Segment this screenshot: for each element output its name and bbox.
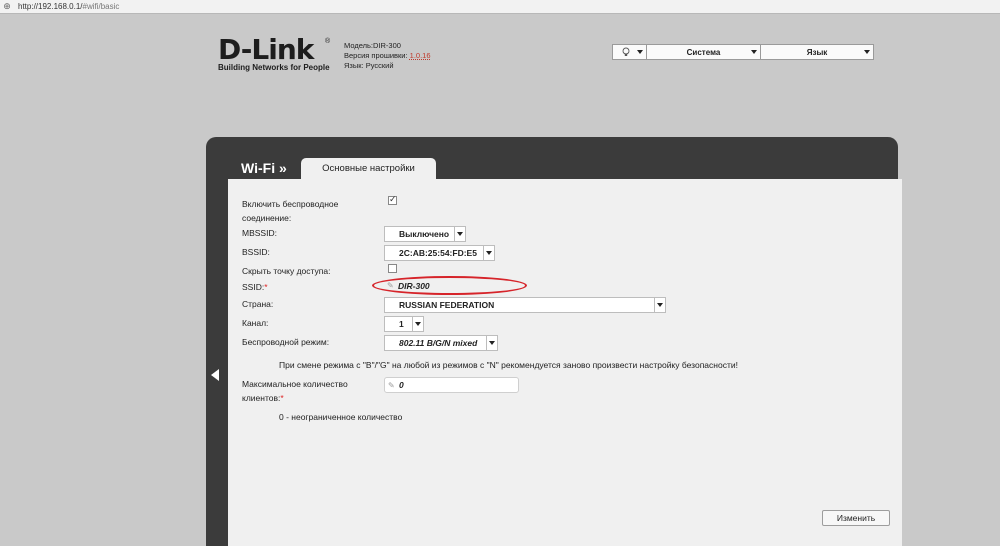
hide-ap-label: Скрыть точку доступа: (242, 266, 331, 276)
max-clients-value: 0 (399, 380, 404, 390)
chevron-down-icon (412, 317, 423, 331)
enable-wireless-label: Включить беспроводное соединение: (242, 199, 339, 223)
enable-wireless-checkbox[interactable] (388, 194, 397, 205)
chevron-down-icon (486, 336, 497, 350)
logo-text: D-Link (218, 33, 314, 66)
required-marker: * (264, 282, 268, 292)
mbssid-label: MBSSID: (242, 228, 277, 238)
country-label: Страна: (242, 299, 274, 309)
system-menu-label: Система (686, 47, 721, 57)
max-clients-note: 0 - неограниченное количество (279, 412, 403, 422)
device-info: Модель:DIR-300 Версия прошивки: 1.0.16 Я… (344, 41, 431, 71)
section-title[interactable]: Wi-Fi » (241, 160, 287, 176)
max-clients-label: Максимальное количество клиентов:* (242, 379, 348, 403)
lightbulb-icon (622, 47, 629, 56)
chevron-down-icon (637, 50, 643, 54)
firmware-version-link[interactable]: 1.0.16 (410, 51, 431, 60)
bssid-label: BSSID: (242, 247, 270, 257)
logo-tagline: Building Networks for People (218, 63, 330, 72)
registered-mark: ® (325, 38, 331, 45)
system-menu[interactable]: Система (647, 45, 761, 59)
channel-select[interactable]: 1 (384, 316, 424, 332)
chevron-down-icon (654, 298, 665, 312)
model-line: Модель:DIR-300 (344, 41, 401, 50)
mbssid-select[interactable]: Выключено (384, 226, 466, 242)
top-menu: Система Язык (612, 44, 874, 60)
browser-address-bar: ⊕ http://192.168.0.1/#wifi/basic (0, 0, 1000, 14)
chevron-down-icon (864, 50, 870, 54)
apply-button[interactable]: Изменить (822, 510, 890, 526)
back-arrow-icon[interactable] (211, 369, 219, 381)
mbssid-value: Выключено (399, 229, 450, 239)
country-select[interactable]: RUSSIAN FEDERATION (384, 297, 666, 313)
channel-label: Канал: (242, 318, 269, 328)
language-menu[interactable]: Язык (761, 45, 873, 59)
wireless-mode-value: 802.11 B/G/N mixed (399, 338, 478, 348)
lightbulb-menu[interactable] (613, 45, 647, 59)
wireless-mode-label: Беспроводной режим: (242, 337, 330, 347)
chevron-down-icon (751, 50, 757, 54)
chevron-down-icon (483, 246, 494, 260)
chevron-down-icon (454, 227, 465, 241)
required-marker: * (280, 393, 284, 403)
firmware-line: Версия прошивки: 1.0.16 (344, 51, 431, 60)
channel-value: 1 (399, 319, 404, 329)
max-clients-input[interactable]: ✎ 0 (384, 377, 519, 393)
pencil-icon: ✎ (388, 381, 395, 390)
url-text[interactable]: http://192.168.0.1/#wifi/basic (18, 0, 119, 14)
hide-ap-checkbox[interactable] (388, 264, 397, 273)
url-host: http://192.168.0.1/ (18, 2, 83, 11)
url-path: #wifi/basic (82, 2, 120, 11)
ssid-label: SSID:* (242, 282, 268, 292)
language-line: Язык: Русский (344, 61, 394, 70)
page-info-icon[interactable]: ⊕ (0, 0, 14, 14)
dlink-logo: D-Link Building Networks for People ® (218, 36, 333, 76)
wireless-mode-select[interactable]: 802.11 B/G/N mixed (384, 335, 498, 351)
mode-warning-note: При смене режима с "B"/"G" на любой из р… (279, 360, 738, 370)
language-menu-label: Язык (806, 47, 828, 57)
country-value: RUSSIAN FEDERATION (399, 300, 495, 310)
ssid-highlight-oval (372, 276, 527, 295)
tab-basic-settings[interactable]: Основные настройки (301, 158, 436, 179)
bssid-select[interactable]: 2C:AB:25:54:FD:E5 (384, 245, 495, 261)
bssid-value: 2C:AB:25:54:FD:E5 (399, 248, 477, 258)
